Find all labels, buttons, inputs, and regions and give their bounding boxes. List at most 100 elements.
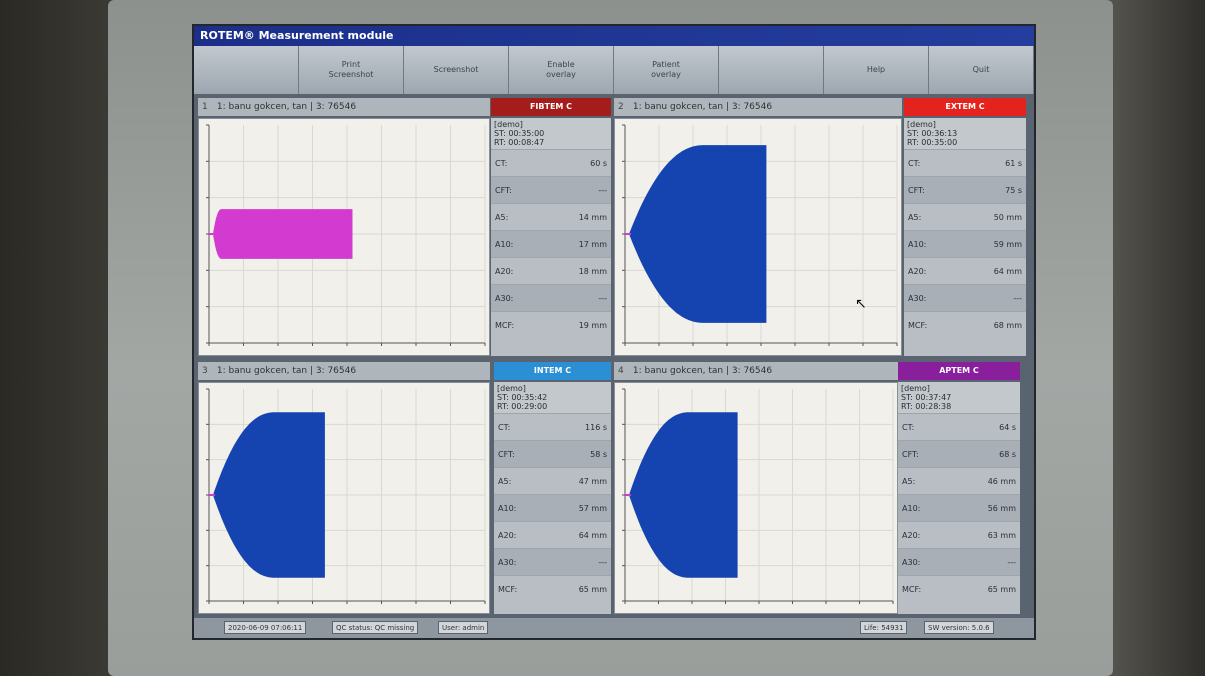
run-info-line: RT: 00:29:00	[497, 402, 548, 411]
parameter-row: CT: 60 s	[491, 149, 611, 176]
parameter-name: CT:	[908, 158, 921, 168]
parameter-value: ---	[1013, 293, 1022, 303]
parameter-name: A10:	[498, 503, 517, 513]
parameter-name: CFT:	[498, 449, 515, 459]
run-info-line: [demo]	[497, 384, 526, 393]
parameter-row: A5: 14 mm	[491, 203, 611, 230]
parameter-value: ---	[1007, 557, 1016, 567]
patient-overlay-button[interactable]: Patient overlay	[614, 46, 719, 94]
parameter-value: 19 mm	[578, 320, 607, 330]
print-screenshot-button[interactable]: Print Screenshot	[299, 46, 404, 94]
channel-2-patient: 1: banu gokcen, tan | 3: 76546	[632, 102, 773, 112]
parameter-name: A20:	[495, 266, 514, 276]
channel-1-results-panel: [demo] ST: 00:35:00 RT: 00:08:47 CT: 60 s CFT…	[491, 118, 611, 356]
parameter-value: 61 s	[1005, 158, 1022, 168]
toolbar: Print Screenshot Screenshot Enable overl…	[194, 46, 1034, 94]
parameter-row: MCF: 19 mm	[491, 311, 611, 338]
parameter-row: CFT: ---	[491, 176, 611, 203]
channel-4-plot[interactable]	[614, 382, 898, 614]
parameter-row: A30: ---	[494, 548, 611, 575]
parameter-value: ---	[598, 185, 607, 195]
parameter-value: 63 mm	[987, 530, 1016, 540]
toolbar-blank-button-1[interactable]	[194, 46, 299, 94]
window-title: ROTEM® Measurement module	[194, 26, 1034, 46]
channel-4-test-badge[interactable]: APTEM C	[898, 362, 1020, 380]
parameter-value: 46 mm	[987, 476, 1016, 486]
parameter-value: 17 mm	[578, 239, 607, 249]
parameter-row: CT: 116 s	[494, 413, 611, 440]
parameter-name: A30:	[498, 557, 517, 567]
parameter-value: 68 mm	[993, 320, 1022, 330]
channel-1-patient: 1: banu gokcen, tan | 3: 76546	[216, 102, 357, 112]
parameter-row: MCF: 65 mm	[494, 575, 611, 602]
parameter-value: 64 mm	[578, 530, 607, 540]
parameter-name: A5:	[495, 212, 509, 222]
parameter-value: 75 s	[1005, 185, 1022, 195]
run-info-line: ST: 00:35:42	[497, 393, 548, 402]
parameter-value: 14 mm	[578, 212, 607, 222]
parameter-name: A10:	[495, 239, 514, 249]
channel-2-plot[interactable]	[614, 118, 902, 356]
parameter-row: A10: 17 mm	[491, 230, 611, 257]
parameter-name: A30:	[495, 293, 514, 303]
parameter-value: 68 s	[999, 449, 1016, 459]
run-info-line: [demo]	[494, 120, 523, 129]
channel-3-plot[interactable]	[198, 382, 490, 614]
status-user[interactable]: User: admin	[438, 621, 489, 634]
parameter-row: A30: ---	[898, 548, 1020, 575]
channel-4-results-panel: [demo] ST: 00:37:47 RT: 00:28:38 CT: 64 s CFT…	[898, 382, 1020, 614]
channel-1-run-info: [demo] ST: 00:35:00 RT: 00:08:47	[491, 118, 611, 149]
parameter-name: A10:	[908, 239, 927, 249]
channel-1-header[interactable]: 1 1: banu gokcen, tan | 3: 76546	[198, 98, 490, 116]
channel-3-header[interactable]: 3 1: banu gokcen, tan | 3: 76546	[198, 362, 490, 380]
run-info-line: ST: 00:36:13	[907, 129, 958, 138]
status-datetime: 2020-06-09 07:06:11	[224, 621, 307, 634]
enable-overlay-button[interactable]: Enable overlay	[509, 46, 614, 94]
status-bar: 2020-06-09 07:06:11 QC status: QC missin…	[194, 618, 1034, 638]
parameter-name: MCF:	[498, 584, 518, 594]
status-qc[interactable]: QC status: QC missing	[332, 621, 419, 634]
parameter-name: MCF:	[908, 320, 928, 330]
parameter-row: A30: ---	[491, 284, 611, 311]
parameter-name: CT:	[495, 158, 508, 168]
parameter-value: 64 mm	[993, 266, 1022, 276]
parameter-name: MCF:	[902, 584, 922, 594]
run-info-line: [demo]	[907, 120, 936, 129]
channel-4-patient: 1: banu gokcen, tan | 3: 76546	[632, 366, 773, 376]
channel-4-run-info: [demo] ST: 00:37:47 RT: 00:28:38	[898, 382, 1020, 413]
status-life: Life: 54931	[860, 621, 908, 634]
parameter-value: 57 mm	[578, 503, 607, 513]
clot-trace	[629, 412, 738, 578]
channel-3-test-badge[interactable]: INTEM C	[494, 362, 611, 380]
parameter-name: A20:	[498, 530, 517, 540]
channel-3-patient: 1: banu gokcen, tan | 3: 76546	[216, 366, 357, 376]
parameter-value: 64 s	[999, 422, 1016, 432]
toolbar-blank-button-2[interactable]	[719, 46, 824, 94]
parameter-name: CT:	[498, 422, 511, 432]
channel-2-header[interactable]: 2 1: banu gokcen, tan | 3: 76546	[614, 98, 902, 116]
run-info-line: [demo]	[901, 384, 930, 393]
run-info-line: RT: 00:28:38	[901, 402, 952, 411]
channel-4-header[interactable]: 4 1: banu gokcen, tan | 3: 76546	[614, 362, 898, 380]
parameter-name: A5:	[498, 476, 512, 486]
parameter-row: A5: 47 mm	[494, 467, 611, 494]
quit-button[interactable]: Quit	[929, 46, 1034, 94]
help-button[interactable]: Help	[824, 46, 929, 94]
parameter-name: A20:	[908, 266, 927, 276]
screenshot-button[interactable]: Screenshot	[404, 46, 509, 94]
channel-1-test-badge[interactable]: FIBTEM C	[491, 98, 611, 116]
parameter-row: A20: 63 mm	[898, 521, 1020, 548]
parameter-value: 116 s	[585, 422, 607, 432]
parameter-name: CFT:	[495, 185, 512, 195]
run-info-line: RT: 00:08:47	[494, 138, 545, 147]
parameter-value: ---	[598, 557, 607, 567]
parameter-value: 65 mm	[578, 584, 607, 594]
run-info-line: RT: 00:35:00	[907, 138, 958, 147]
parameter-row: A10: 59 mm	[904, 230, 1026, 257]
channel-2-test-badge[interactable]: EXTEM C	[904, 98, 1026, 116]
channel-2-trace-svg	[622, 124, 898, 346]
channel-1-plot[interactable]	[198, 118, 490, 356]
channel-4-trace-svg	[622, 388, 894, 604]
background-left	[0, 0, 110, 676]
parameter-value: 50 mm	[993, 212, 1022, 222]
